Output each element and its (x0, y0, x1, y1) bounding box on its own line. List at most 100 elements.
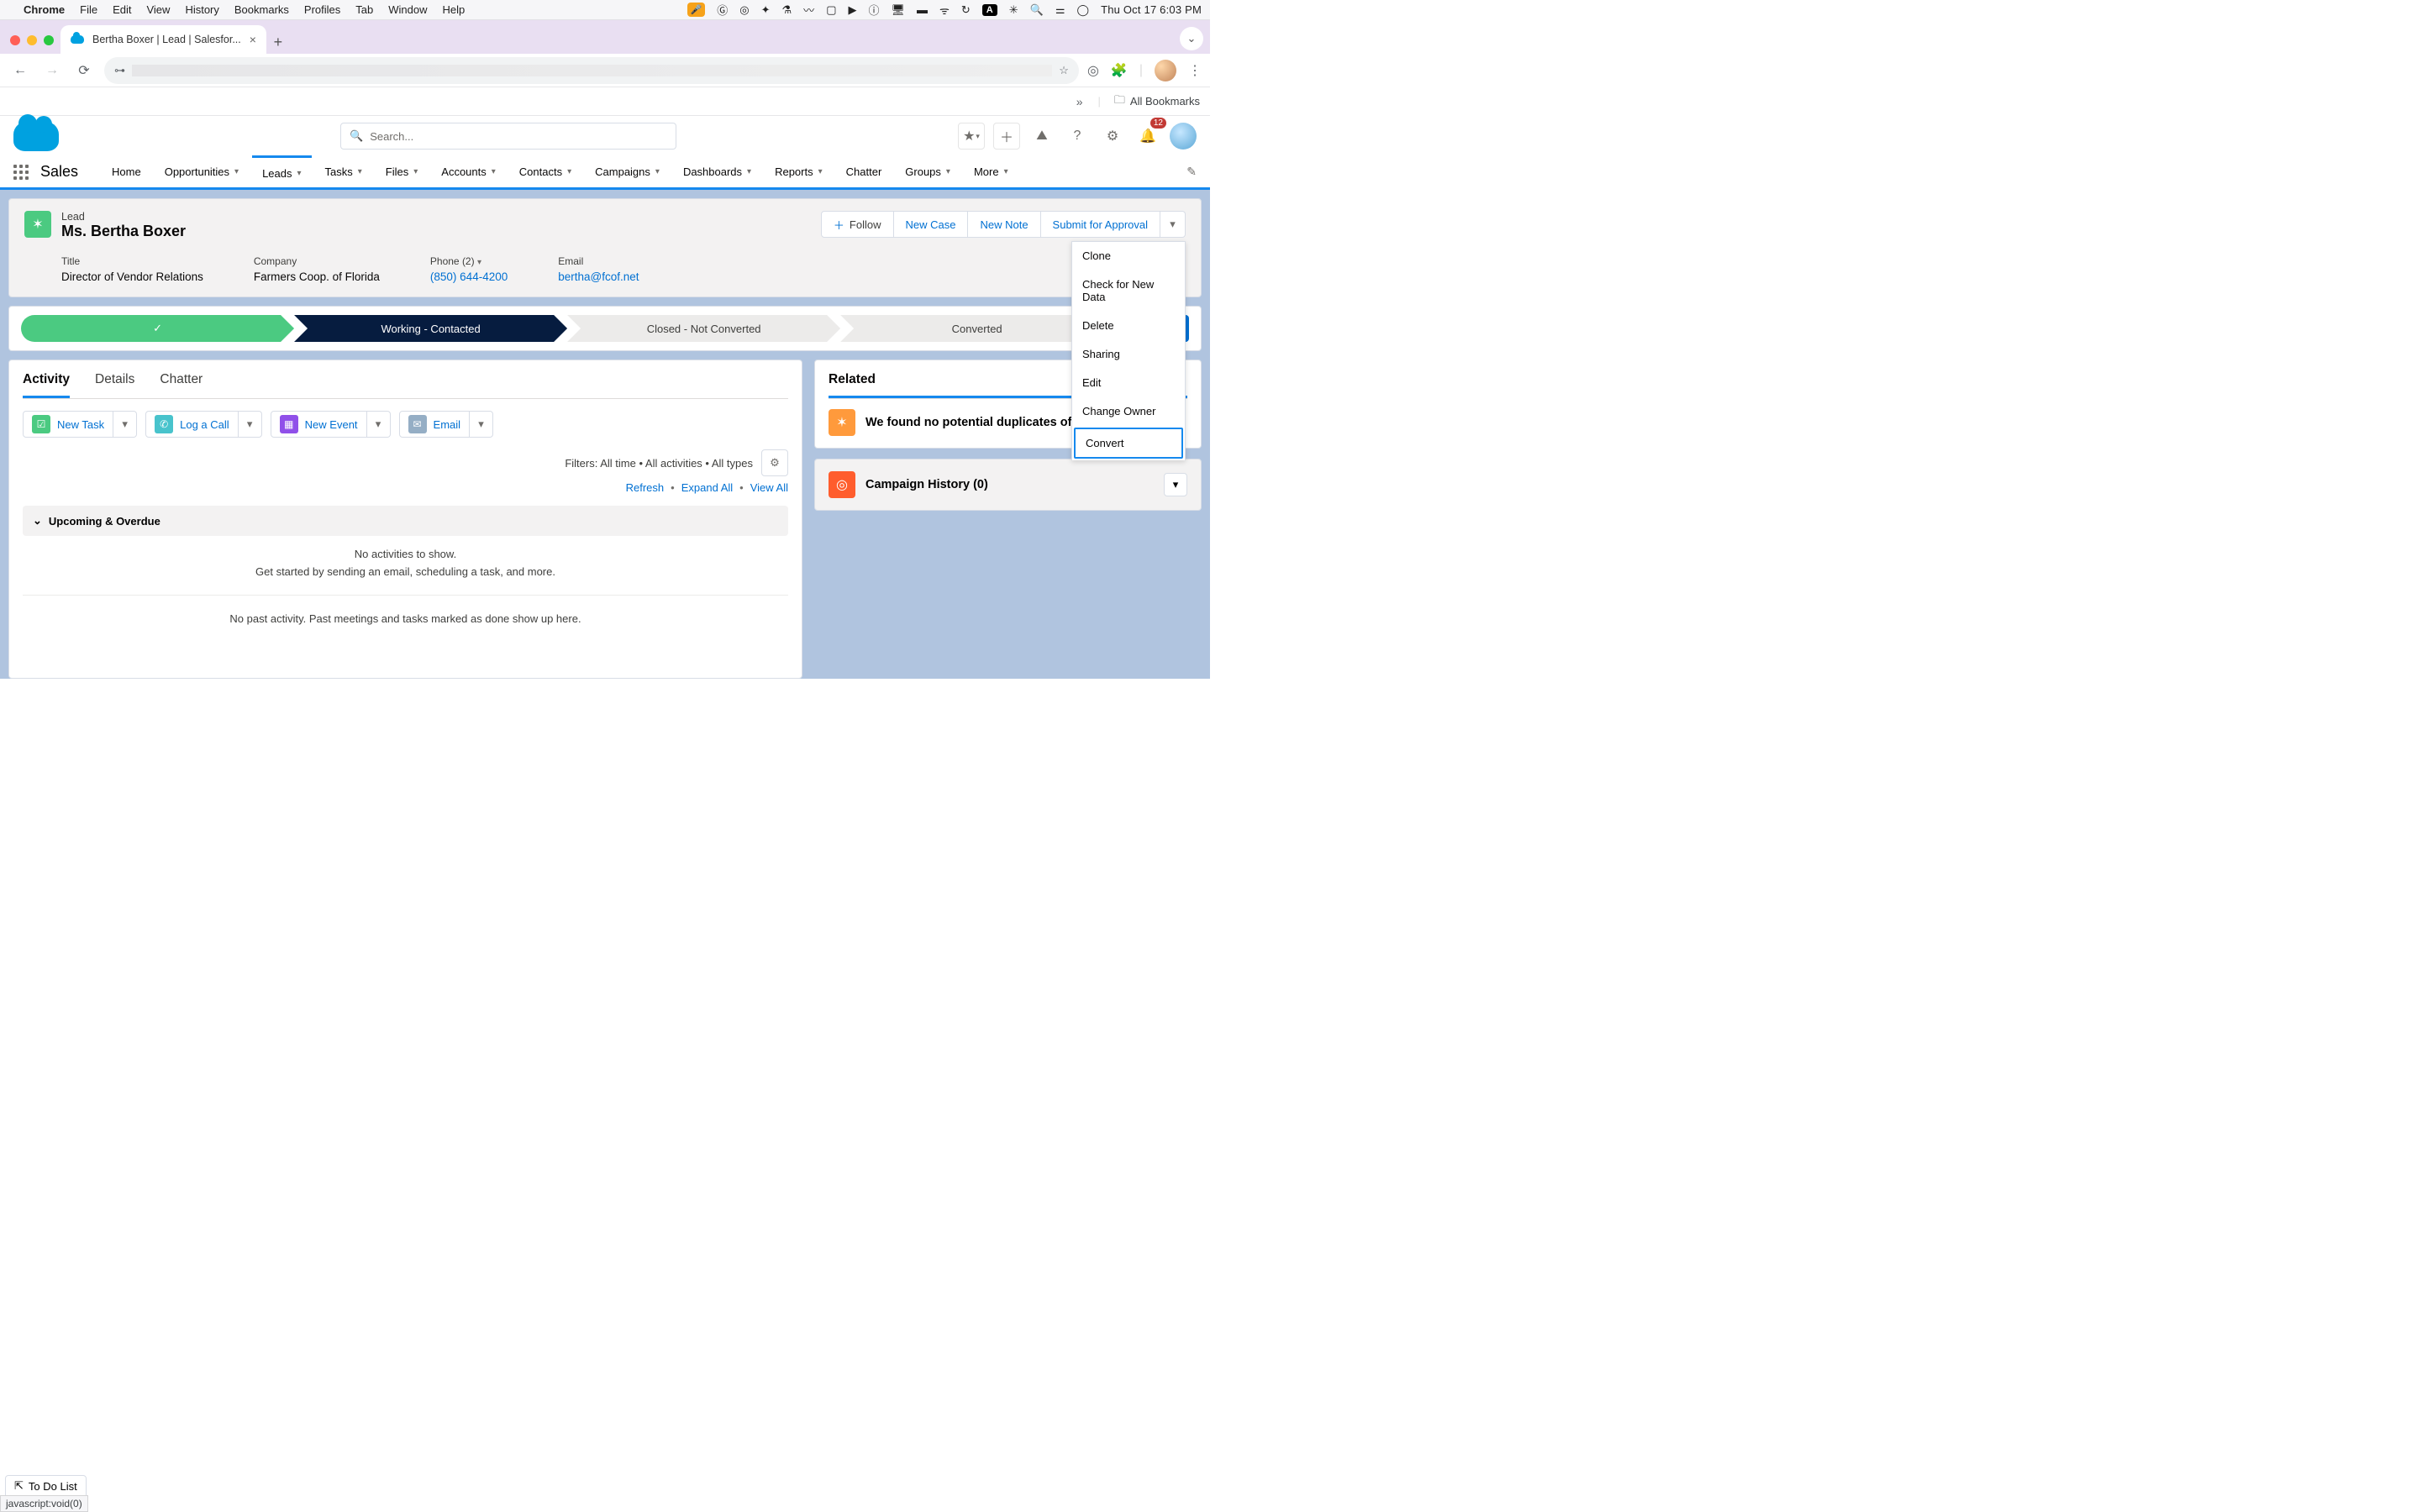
new-task-dropdown[interactable]: ▾ (113, 411, 137, 438)
field-email-value[interactable]: bertha@fcof.net (558, 270, 639, 283)
window-minimize-icon[interactable] (27, 35, 37, 45)
wifi-icon[interactable]: ᯤ (939, 3, 950, 18)
app-launcher-icon[interactable] (13, 165, 29, 180)
nav-dashboards[interactable]: Dashboards▾ (673, 155, 761, 189)
email-dropdown[interactable]: ▾ (470, 411, 493, 438)
follow-button[interactable]: ＋Follow (821, 211, 894, 238)
menubar-icon[interactable]: ▶ (848, 3, 856, 17)
activity-settings-icon[interactable]: ⚙ (761, 449, 788, 476)
display-icon[interactable]: 🖥 (892, 3, 906, 17)
menu-bookmarks[interactable]: Bookmarks (234, 3, 289, 16)
menu-help[interactable]: Help (443, 3, 466, 16)
menubar-icon[interactable]: ▢ (826, 3, 836, 17)
menu-tab[interactable]: Tab (355, 3, 373, 16)
submit-approval-button[interactable]: Submit for Approval (1041, 211, 1160, 238)
nav-reports[interactable]: Reports▾ (765, 155, 833, 189)
menu-view[interactable]: View (146, 3, 170, 16)
new-task-button[interactable]: ☑ New Task (23, 411, 113, 438)
new-tab-button[interactable]: + (266, 30, 290, 54)
window-zoom-icon[interactable] (44, 35, 54, 45)
extensions-puzzle-icon[interactable]: 🧩 (1111, 62, 1128, 79)
mic-icon[interactable]: 🎤 (687, 3, 706, 17)
menu-change-owner[interactable]: Change Owner (1072, 397, 1185, 426)
site-info-icon[interactable]: ⊶ (114, 64, 125, 77)
nav-contacts[interactable]: Contacts▾ (509, 155, 581, 189)
bookmark-star-icon[interactable]: ☆ (1059, 64, 1069, 77)
menubar-icon[interactable]: Ⓖ (717, 2, 728, 18)
new-event-button[interactable]: ▦ New Event (271, 411, 367, 438)
notifications-bell-icon[interactable]: 🔔12 (1134, 123, 1161, 150)
tabs-dropdown-button[interactable]: ⌄ (1180, 27, 1203, 50)
menu-convert[interactable]: Convert (1074, 428, 1183, 459)
browser-tab[interactable]: Bertha Boxer | Lead | Salesfor... × (60, 25, 266, 54)
user-avatar-icon[interactable] (1170, 123, 1197, 150)
nav-groups[interactable]: Groups▾ (895, 155, 960, 189)
path-stage-future[interactable]: Closed - Not Converted (567, 315, 840, 342)
menu-edit[interactable]: Edit (113, 3, 131, 16)
menubar-icon[interactable]: ⚗ (782, 3, 792, 17)
expand-all-link[interactable]: Expand All (681, 481, 733, 494)
menubar-icon[interactable]: ⓘ (868, 2, 879, 18)
view-all-link[interactable]: View All (750, 481, 788, 494)
setup-gear-icon[interactable]: ⚙ (1099, 123, 1126, 150)
new-case-button[interactable]: New Case (894, 211, 969, 238)
tab-details[interactable]: Details (95, 372, 134, 398)
window-close-icon[interactable] (10, 35, 20, 45)
tab-activity[interactable]: Activity (23, 372, 70, 398)
trailhead-icon[interactable]: ⛰ (1028, 123, 1055, 150)
nav-accounts[interactable]: Accounts▾ (431, 155, 506, 189)
path-stage-current[interactable]: Working - Contacted (294, 315, 567, 342)
menubar-icon[interactable]: ↻ (961, 3, 971, 17)
menubar-clock[interactable]: Thu Oct 17 6:03 PM (1101, 3, 1202, 16)
field-phone-value[interactable]: (850) 644-4200 (430, 270, 508, 283)
campaign-card-dropdown[interactable]: ▾ (1164, 473, 1187, 496)
menu-window[interactable]: Window (388, 3, 427, 16)
nav-edit-icon[interactable]: ✎ (1186, 165, 1197, 179)
menu-file[interactable]: File (80, 3, 97, 16)
profile-avatar-icon[interactable] (1155, 60, 1176, 81)
favorites-button[interactable]: ★▾ (958, 123, 985, 150)
nav-chatter[interactable]: Chatter (836, 155, 892, 189)
tab-close-icon[interactable]: × (250, 33, 256, 46)
chrome-menu-icon[interactable]: ⋮ (1188, 62, 1202, 79)
record-actions-dropdown[interactable]: ▾ (1160, 211, 1186, 238)
nav-reload-button[interactable]: ⟳ (72, 59, 96, 82)
extension-icon[interactable]: ◎ (1087, 62, 1099, 79)
spotlight-icon[interactable]: 🔍 (1030, 3, 1044, 17)
bookmarks-overflow-icon[interactable]: » (1076, 95, 1083, 108)
upcoming-overdue-section[interactable]: ⌄ Upcoming & Overdue (23, 506, 788, 536)
email-button[interactable]: ✉ Email (399, 411, 471, 438)
phone-dropdown-icon[interactable]: ▾ (477, 258, 481, 267)
refresh-link[interactable]: Refresh (626, 481, 665, 494)
nav-back-button[interactable]: ← (8, 59, 32, 82)
nav-home[interactable]: Home (102, 155, 151, 189)
all-bookmarks-button[interactable]: 🗀 All Bookmarks (1114, 92, 1200, 111)
menu-delete[interactable]: Delete (1072, 312, 1185, 340)
omnibox[interactable]: ⊶ ☆ (104, 57, 1079, 84)
nav-tasks[interactable]: Tasks▾ (315, 155, 372, 189)
new-note-button[interactable]: New Note (968, 211, 1040, 238)
menu-check-new-data[interactable]: Check for New Data (1072, 270, 1185, 312)
menu-edit[interactable]: Edit (1072, 369, 1185, 397)
salesforce-logo-icon[interactable] (13, 121, 59, 151)
global-search-input[interactable]: 🔍 Search... (340, 123, 676, 150)
new-event-dropdown[interactable]: ▾ (367, 411, 391, 438)
siri-icon[interactable]: ◯ (1077, 3, 1090, 17)
nav-opportunities[interactable]: Opportunities▾ (155, 155, 249, 189)
menu-sharing[interactable]: Sharing (1072, 340, 1185, 369)
global-add-button[interactable]: ＋ (993, 123, 1020, 150)
log-call-dropdown[interactable]: ▾ (239, 411, 262, 438)
help-icon[interactable]: ? (1064, 123, 1091, 150)
control-center-icon[interactable]: ⚌ (1055, 3, 1065, 17)
nav-leads[interactable]: Leads▾ (252, 155, 311, 189)
nav-forward-button[interactable]: → (40, 59, 64, 82)
nav-files[interactable]: Files▾ (376, 155, 428, 189)
menu-history[interactable]: History (185, 3, 218, 16)
menubar-icon[interactable]: ◎ (739, 3, 749, 17)
campaign-history-card[interactable]: ◎ Campaign History (0) ▾ (814, 459, 1202, 511)
path-stage-complete[interactable]: ✓ (21, 315, 294, 342)
bluetooth-icon[interactable]: ✳ (1009, 3, 1018, 17)
menu-clone[interactable]: Clone (1072, 242, 1185, 270)
menubar-icon[interactable]: 〰 (803, 2, 814, 18)
menubar-app-name[interactable]: Chrome (24, 3, 65, 16)
